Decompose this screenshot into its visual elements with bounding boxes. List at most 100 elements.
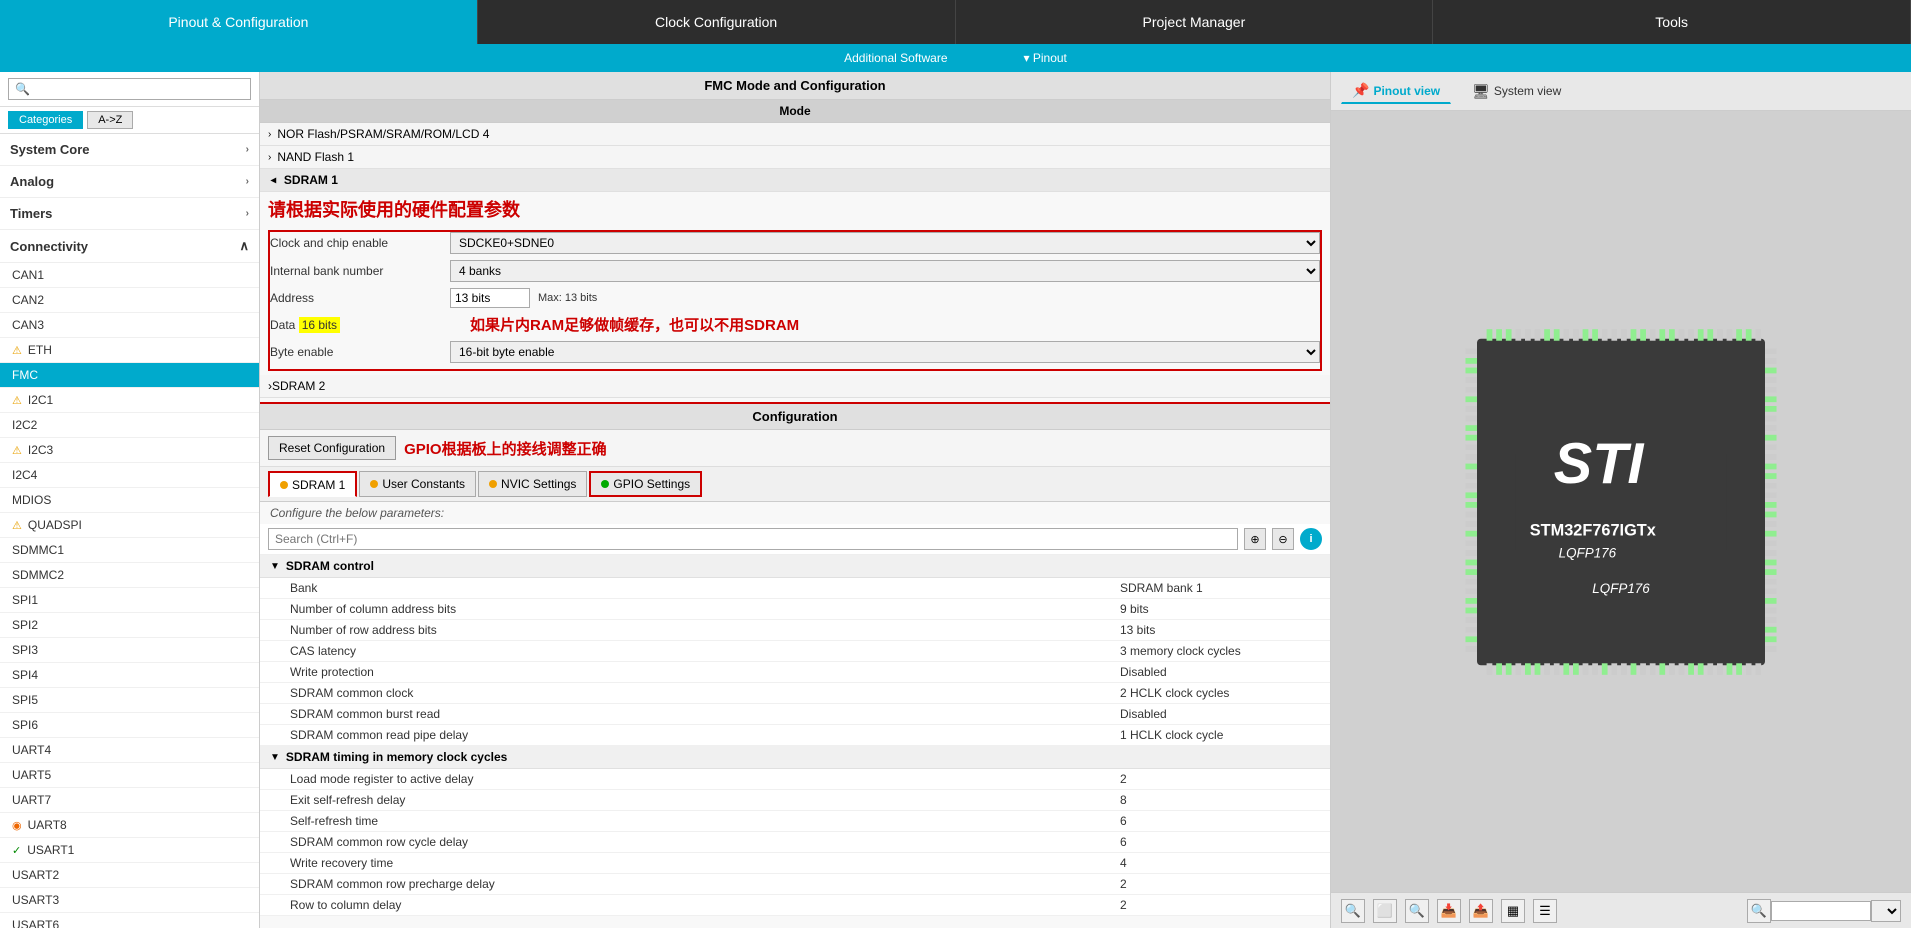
- section-connectivity: Connectivity ∧ CAN1 CAN2 CAN3 ⚠ETH FMC ⚠…: [0, 230, 259, 928]
- section-header-connectivity[interactable]: Connectivity ∧: [0, 230, 259, 263]
- fit-btn[interactable]: ⬜: [1373, 899, 1397, 923]
- nav-pinout[interactable]: Pinout & Configuration: [0, 0, 478, 44]
- param-filter-btn[interactable]: ⊖: [1272, 528, 1294, 550]
- sidebar-item-i2c3[interactable]: ⚠I2C3: [0, 438, 259, 463]
- section-timers: Timers ›: [0, 198, 259, 230]
- sidebar-item-mdios[interactable]: MDIOS: [0, 488, 259, 513]
- sidebar-item-usart1[interactable]: ✓USART1: [0, 838, 259, 863]
- tab-sdram1[interactable]: SDRAM 1: [268, 471, 357, 497]
- check-icon-usart1: ✓: [12, 844, 21, 857]
- sidebar-item-can2[interactable]: CAN2: [0, 288, 259, 313]
- sdram1-collapse-row[interactable]: ▼ SDRAM 1: [260, 169, 1330, 192]
- configure-label: Configure the below parameters:: [260, 502, 1330, 524]
- warn-icon-i2c1: ⚠: [12, 394, 22, 407]
- right-panel: 📌 Pinout view 🖥 System view STM: [1331, 72, 1911, 928]
- tab-user-constants[interactable]: User Constants: [359, 471, 476, 497]
- sidebar-item-uart8[interactable]: ◉UART8: [0, 813, 259, 838]
- zoom-out-btn[interactable]: 🔍: [1405, 899, 1429, 923]
- sidebar-item-can1[interactable]: CAN1: [0, 263, 259, 288]
- section-analog: Analog ›: [0, 166, 259, 198]
- byte-enable-select[interactable]: 16-bit byte enable: [450, 341, 1320, 363]
- nor-flash-row[interactable]: › NOR Flash/PSRAM/SRAM/ROM/LCD 4: [260, 123, 1330, 146]
- sidebar-search[interactable]: [0, 72, 259, 107]
- param-search-icon-btn[interactable]: ⊕: [1244, 528, 1266, 550]
- sdram-timing-header[interactable]: ▼ SDRAM timing in memory clock cycles: [260, 746, 1330, 769]
- chip-area: STM STM STM32F767IGTx LQFP176: [1331, 111, 1911, 892]
- top-nav: Pinout & Configuration Clock Configurati…: [0, 0, 1911, 44]
- param-info-btn[interactable]: i: [1300, 528, 1322, 550]
- nav-tools[interactable]: Tools: [1433, 0, 1911, 44]
- reset-config-btn[interactable]: Reset Configuration: [268, 436, 396, 460]
- byte-enable-row: Byte enable 16-bit byte enable: [270, 341, 1320, 363]
- sidebar-item-usart6[interactable]: USART6: [0, 913, 259, 928]
- nav-project[interactable]: Project Manager: [956, 0, 1434, 44]
- bottom-search-input[interactable]: [1771, 901, 1871, 921]
- sidebar-item-uart7[interactable]: UART7: [0, 788, 259, 813]
- main-layout: Categories A->Z System Core › Analog › T…: [0, 72, 1911, 928]
- circle-icon-uart8: ◉: [12, 819, 22, 832]
- sidebar-item-eth[interactable]: ⚠ETH: [0, 338, 259, 363]
- list-btn[interactable]: ☰: [1533, 899, 1557, 923]
- tab-atoz[interactable]: A->Z: [87, 111, 133, 129]
- sdram-timing-arrow: ▼: [270, 752, 280, 763]
- sdram-control-arrow: ▼: [270, 561, 280, 572]
- bottom-search: 🔍: [1747, 899, 1901, 923]
- tab-categories[interactable]: Categories: [8, 111, 83, 129]
- tab-pinout-view[interactable]: 📌 Pinout view: [1341, 78, 1451, 104]
- param-self-refresh-exit: Exit self-refresh delay 8: [260, 790, 1330, 811]
- warn-icon-i2c3: ⚠: [12, 444, 22, 457]
- grid-btn[interactable]: ▦: [1501, 899, 1525, 923]
- annotation-3: GPIO根据板上的接线调整正确: [404, 438, 607, 459]
- sidebar-item-spi1[interactable]: SPI1: [0, 588, 259, 613]
- param-write-prot: Write protection Disabled: [260, 662, 1330, 683]
- sidebar-item-uart5[interactable]: UART5: [0, 763, 259, 788]
- param-search-row: ⊕ ⊖ i: [260, 524, 1330, 555]
- section-header-analog[interactable]: Analog ›: [0, 166, 259, 198]
- sidebar-item-i2c2[interactable]: I2C2: [0, 413, 259, 438]
- section-header-system-core[interactable]: System Core ›: [0, 134, 259, 166]
- sidebar-item-spi5[interactable]: SPI5: [0, 688, 259, 713]
- additional-software-link[interactable]: Additional Software: [836, 49, 955, 67]
- annotation-2: 如果片内RAM足够做帧缓存，也可以不用SDRAM: [450, 314, 1320, 335]
- address-input[interactable]: [450, 288, 530, 308]
- search-btn[interactable]: 🔍: [1747, 899, 1771, 923]
- sdram-control-header[interactable]: ▼ SDRAM control: [260, 555, 1330, 578]
- param-self-refresh-time: Self-refresh time 6: [260, 811, 1330, 832]
- sidebar-item-spi4[interactable]: SPI4: [0, 663, 259, 688]
- search-input[interactable]: [8, 78, 251, 100]
- data-highlight: 16 bits: [299, 317, 340, 333]
- bottom-search-select[interactable]: [1871, 900, 1901, 922]
- sidebar-item-spi6[interactable]: SPI6: [0, 713, 259, 738]
- tab-nvic[interactable]: NVIC Settings: [478, 471, 587, 497]
- dot-sdram1: [280, 481, 288, 489]
- import-btn[interactable]: 📥: [1437, 899, 1461, 923]
- sidebar-item-i2c4[interactable]: I2C4: [0, 463, 259, 488]
- internal-bank-select[interactable]: 4 banks: [450, 260, 1320, 282]
- address-max: Max: 13 bits: [538, 292, 597, 304]
- clock-chip-select[interactable]: SDCKE0+SDNE0: [450, 232, 1320, 254]
- sidebar-item-quadspi[interactable]: ⚠QUADSPI: [0, 513, 259, 538]
- tab-system-view[interactable]: 🖥 System view: [1461, 79, 1572, 104]
- sidebar-item-usart3[interactable]: USART3: [0, 888, 259, 913]
- sidebar-item-i2c1[interactable]: ⚠I2C1: [0, 388, 259, 413]
- sidebar-item-uart4[interactable]: UART4: [0, 738, 259, 763]
- export-btn[interactable]: 📤: [1469, 899, 1493, 923]
- sidebar-item-sdmmc1[interactable]: SDMMC1: [0, 538, 259, 563]
- sidebar-item-spi3[interactable]: SPI3: [0, 638, 259, 663]
- tab-gpio[interactable]: GPIO Settings: [589, 471, 702, 497]
- svg-text:STM32F767IGTx: STM32F767IGTx: [1530, 521, 1656, 539]
- sidebar-item-usart2[interactable]: USART2: [0, 863, 259, 888]
- sidebar-item-sdmmc2[interactable]: SDMMC2: [0, 563, 259, 588]
- sidebar-item-can3[interactable]: CAN3: [0, 313, 259, 338]
- pinout-link[interactable]: ▾ Pinout: [1016, 49, 1075, 67]
- section-header-timers[interactable]: Timers ›: [0, 198, 259, 230]
- sidebar-item-spi2[interactable]: SPI2: [0, 613, 259, 638]
- sidebar-tabs: Categories A->Z: [0, 107, 259, 134]
- nand-flash-row[interactable]: › NAND Flash 1: [260, 146, 1330, 169]
- sdram2-row[interactable]: › SDRAM 2: [260, 375, 1330, 398]
- param-cas: CAS latency 3 memory clock cycles: [260, 641, 1330, 662]
- zoom-in-btn[interactable]: 🔍: [1341, 899, 1365, 923]
- param-search-input[interactable]: [268, 528, 1238, 550]
- sidebar-item-fmc[interactable]: FMC: [0, 363, 259, 388]
- nav-clock[interactable]: Clock Configuration: [478, 0, 956, 44]
